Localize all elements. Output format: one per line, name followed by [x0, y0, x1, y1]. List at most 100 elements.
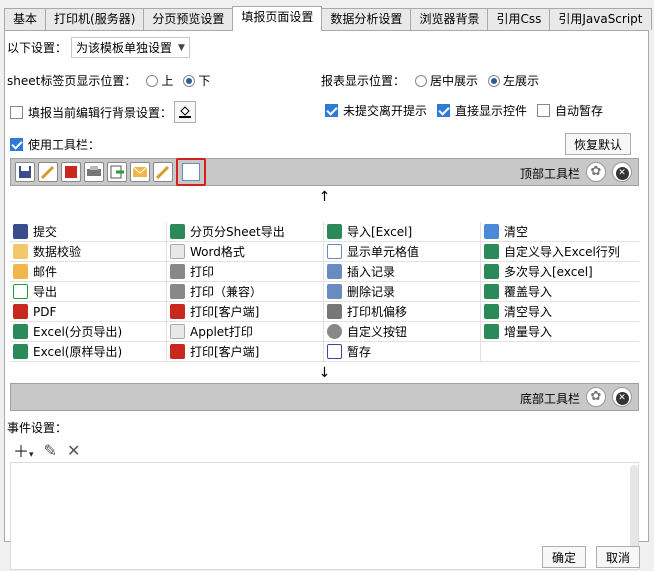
tab-basic[interactable]: 基本 — [4, 8, 47, 30]
edit-icon[interactable]: ✎ — [44, 441, 57, 460]
edit-icon[interactable] — [153, 162, 173, 182]
grid-item-clear-import[interactable]: 清空导入 — [481, 302, 638, 321]
bottom-toolbar: 底部工具栏 ✿ ✕ — [10, 383, 639, 411]
move-down-arrow[interactable]: ↓ — [10, 365, 639, 381]
grid-item-print-client-pdf[interactable]: 打印[客户端] — [167, 342, 324, 361]
delete-icon[interactable]: ✕ — [67, 441, 80, 460]
tab-browser-bg[interactable]: 浏览器背景 — [410, 8, 489, 30]
paint-bucket-icon — [179, 106, 192, 118]
print-icon[interactable] — [84, 162, 104, 182]
grid-item-excel-page[interactable]: Excel(分页导出) — [10, 322, 167, 341]
direct-show-checkbox[interactable] — [437, 104, 451, 117]
selected-button-highlight[interactable] — [176, 158, 206, 186]
grid-item-validate[interactable]: 数据校验 — [10, 242, 167, 261]
tab-page-preview[interactable]: 分页预览设置 — [143, 8, 234, 30]
cancel-button[interactable]: 取消 — [596, 546, 640, 568]
save-icon — [13, 224, 28, 239]
mail-icon[interactable] — [130, 162, 150, 182]
grid-item-word[interactable]: Word格式 — [167, 242, 324, 261]
validate-icon[interactable] — [38, 162, 58, 182]
paint-bucket-button[interactable] — [174, 101, 197, 123]
grid-item-printer-offset[interactable]: 打印机偏移 — [324, 302, 481, 321]
grid-item-clear[interactable]: 清空 — [481, 222, 638, 241]
bottom-toolbar-label: 底部工具栏 — [519, 392, 580, 406]
report-left-radio[interactable] — [488, 74, 501, 87]
grid-item-cell-value[interactable]: 显示单元格值 — [324, 242, 481, 261]
grid-row: 提交 分页分Sheet导出 导入[Excel] 清空 — [10, 222, 639, 242]
close-icon[interactable]: ✕ — [612, 387, 632, 407]
grid-item-mail[interactable]: 邮件 — [10, 262, 167, 281]
tab-bar: 基本 打印机(服务器) 分页预览设置 填报页面设置 数据分析设置 浏览器背景 引… — [4, 6, 652, 31]
button-grid: 提交 分页分Sheet导出 导入[Excel] 清空 数据校验 Word格式 显… — [10, 222, 639, 362]
sheet-bottom-radio[interactable] — [183, 74, 196, 87]
grid-row: Excel(原样导出) 打印[客户端] 暂存 — [10, 342, 639, 362]
grid-item-submit[interactable]: 提交 — [10, 222, 167, 241]
sheet-top-radio[interactable] — [146, 74, 159, 87]
excel-icon — [170, 224, 185, 239]
tab-data-analysis[interactable]: 数据分析设置 — [321, 8, 412, 30]
insert-row-icon — [327, 264, 342, 279]
following-select[interactable]: 为该模板单独设置 ▼ — [71, 37, 190, 58]
report-center-radio[interactable] — [415, 74, 428, 87]
event-settings-label: 事件设置： — [7, 421, 68, 435]
grid-item-print[interactable]: 打印 — [167, 262, 324, 281]
grid-item-import-excel[interactable]: 导入[Excel] — [324, 222, 481, 241]
grid-item-custom-import[interactable]: 自定义导入Excel行列 — [481, 242, 638, 261]
grid-item-custom-button[interactable]: 自定义按钮 — [324, 322, 481, 341]
grid-row: 数据校验 Word格式 显示单元格值 自定义导入Excel行列 — [10, 242, 639, 262]
cell-value-icon — [327, 244, 342, 259]
add-icon[interactable]: ＋▾ — [13, 438, 34, 462]
grid-item-overwrite-import[interactable]: 覆盖导入 — [481, 282, 638, 301]
auto-save-checkbox[interactable] — [537, 104, 551, 117]
pencil-icon — [13, 244, 28, 259]
grid-item-sheet-export[interactable]: 分页分Sheet导出 — [167, 222, 324, 241]
ok-button[interactable]: 确定 — [542, 546, 586, 568]
eraser-icon — [484, 224, 499, 239]
grid-item-applet-print[interactable]: Applet打印 — [167, 322, 324, 341]
fill-bg-checkbox[interactable] — [10, 105, 23, 119]
move-up-arrow[interactable]: ↑ — [10, 189, 639, 205]
restore-default-button[interactable]: 恢复默认 — [565, 133, 632, 155]
grid-row: Excel(分页导出) Applet打印 自定义按钮 增量导入 — [10, 322, 639, 342]
following-label: 以下设置： — [7, 41, 68, 55]
mail-icon — [13, 264, 28, 279]
use-toolbar-checkbox[interactable] — [10, 138, 23, 151]
excel-icon — [484, 244, 499, 259]
grid-item-insert-record[interactable]: 插入记录 — [324, 262, 481, 281]
grid-item-excel-original[interactable]: Excel(原样导出) — [10, 342, 167, 361]
delete-row-icon — [327, 284, 342, 299]
grid-item-delete-record[interactable]: 删除记录 — [324, 282, 481, 301]
tab-fill-page[interactable]: 填报页面设置 — [232, 6, 323, 31]
word-icon — [170, 244, 185, 259]
move-icon — [327, 304, 342, 319]
grid-item-pdf[interactable]: PDF — [10, 302, 167, 321]
pdf-icon[interactable] — [61, 162, 81, 182]
unsubmitted-checkbox[interactable] — [325, 104, 338, 117]
grid-item-temp-save[interactable]: 暂存 — [324, 342, 481, 361]
grid-item-multi-import[interactable]: 多次导入[excel] — [481, 262, 638, 281]
grid-item-increment-import[interactable]: 增量导入 — [481, 322, 638, 341]
print-icon — [170, 264, 185, 279]
excel-icon — [484, 324, 499, 339]
close-icon[interactable]: ✕ — [612, 162, 632, 182]
grid-item-print-compat[interactable]: 打印（兼容） — [167, 282, 324, 301]
excel-icon — [484, 284, 499, 299]
pdf-icon — [170, 344, 185, 359]
tab-javascript[interactable]: 引用JavaScript — [549, 8, 652, 30]
sheet-position-label: sheet标签页显示位置： — [7, 74, 137, 88]
grid-item-export[interactable]: 导出 — [10, 282, 167, 301]
gear-icon[interactable]: ✿ — [586, 387, 606, 407]
grid-row: PDF 打印[客户端] 打印机偏移 清空导入 — [10, 302, 639, 322]
grid-row: 邮件 打印 插入记录 多次导入[excel] — [10, 262, 639, 282]
excel-icon — [484, 304, 499, 319]
print-icon — [170, 284, 185, 299]
grid-row: 导出 打印（兼容） 删除记录 覆盖导入 — [10, 282, 639, 302]
grid-item-print-client[interactable]: 打印[客户端] — [167, 302, 324, 321]
chevron-down-icon: ▼ — [178, 42, 185, 53]
tab-printer[interactable]: 打印机(服务器) — [45, 8, 145, 30]
tab-css[interactable]: 引用Css — [487, 8, 551, 30]
export-icon[interactable] — [107, 162, 127, 182]
pdf-icon — [13, 304, 28, 319]
gear-icon[interactable]: ✿ — [586, 162, 606, 182]
save-icon[interactable] — [15, 162, 35, 182]
